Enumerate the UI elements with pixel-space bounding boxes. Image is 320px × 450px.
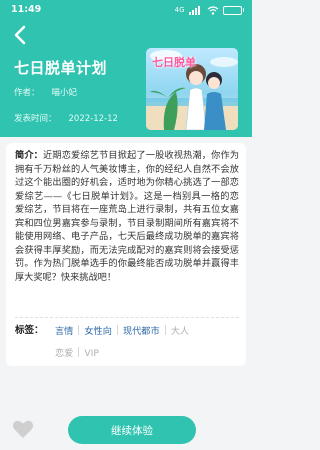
tag-item[interactable]: 女性向: [84, 321, 112, 343]
heart-icon: [12, 420, 34, 438]
author-name: 喵小妃: [51, 88, 78, 98]
status-icons: 4G 69: [175, 5, 244, 15]
tag-item[interactable]: 大人: [171, 321, 189, 343]
detail-card: 简介：近期恋爱综艺节目掀起了一股收视热潮，你作为拥有千万粉丝的人气美妆博主，你的…: [6, 143, 246, 366]
signal-icon: [188, 5, 203, 15]
tag-item[interactable]: 现代都市: [123, 321, 160, 343]
intro-label: 简介：: [15, 150, 44, 161]
back-button[interactable]: [10, 24, 32, 46]
cover-logo: 七日脱单: [152, 56, 196, 69]
tag-item[interactable]: 恋爱: [55, 343, 73, 365]
cover-image: 七日脱单: [146, 48, 238, 130]
status-bar: 11:49 4G 69: [0, 0, 252, 20]
chevron-left-icon: [14, 25, 26, 45]
divider: [15, 317, 239, 318]
continue-button[interactable]: 继续体验: [68, 416, 196, 444]
network-label: 4G: [174, 6, 185, 14]
date-label: 发表时间：: [14, 114, 57, 124]
intro-text: 简介：近期恋爱综艺节目掀起了一股收视热潮，你作为拥有千万粉丝的人气美妆博主，你的…: [15, 149, 239, 284]
wifi-icon: [207, 5, 218, 15]
author-row: 作者： 喵小妃: [14, 86, 77, 98]
date-row: 发表时间： 2022-12-12: [14, 112, 118, 124]
page-title: 七日脱单计划: [14, 59, 108, 77]
tag-list: 言情 女性向 现代都市 大人恋爱 VIP: [55, 321, 245, 365]
tags-label: 标签：: [15, 325, 44, 336]
status-time: 11:49: [11, 4, 42, 15]
tag-item[interactable]: VIP: [84, 343, 99, 365]
author-label: 作者：: [14, 88, 40, 98]
tag-item[interactable]: 言情: [55, 321, 73, 343]
battery-level: 69: [227, 6, 237, 14]
publish-date: 2022-12-12: [68, 114, 118, 124]
intro-body: 近期恋爱综艺节目掀起了一股收视热潮，你作为拥有千万粉丝的人气美妆博主，你的经纪人…: [15, 150, 240, 283]
battery-icon: 69: [222, 5, 244, 15]
favorite-button[interactable]: [12, 419, 34, 439]
